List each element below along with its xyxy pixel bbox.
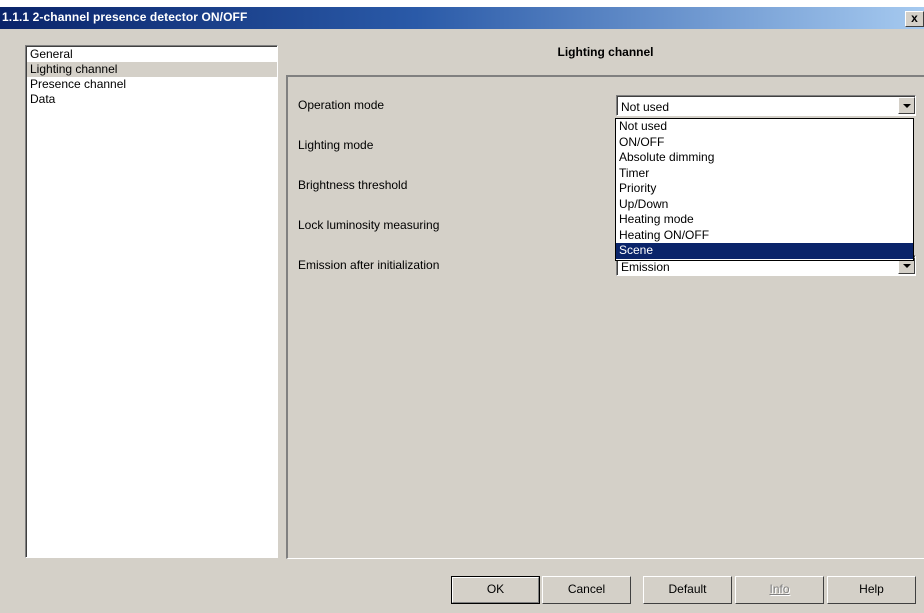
param-label-lock-luminosity: Lock luminosity measuring: [298, 218, 440, 232]
option-timer[interactable]: Timer: [616, 166, 913, 182]
dialog-window: 1.1.1 2-channel presence detector ON/OFF…: [0, 0, 924, 613]
info-button: Info: [735, 576, 824, 604]
title-bar: 1.1.1 2-channel presence detector ON/OFF…: [0, 0, 924, 29]
sidebar-item-presence-channel[interactable]: Presence channel: [27, 77, 277, 92]
operation-mode-value: Not used: [621, 100, 670, 114]
option-heating-mode[interactable]: Heating mode: [616, 212, 913, 228]
option-priority[interactable]: Priority: [616, 181, 913, 197]
info-button-label: Info: [769, 582, 790, 596]
sidebar-tree: General Lighting channel Presence channe…: [25, 45, 278, 558]
chevron-down-icon: [903, 264, 911, 268]
sidebar-item-lighting-channel[interactable]: Lighting channel: [27, 62, 277, 77]
option-up-down[interactable]: Up/Down: [616, 197, 913, 213]
operation-mode-dropdown-button[interactable]: [898, 97, 915, 114]
page-title: Lighting channel: [557, 45, 654, 59]
param-label-operation-mode: Operation mode: [298, 98, 385, 112]
cancel-button-label: Cancel: [567, 582, 606, 596]
operation-mode-select[interactable]: Not used: [616, 95, 916, 116]
option-scene[interactable]: Scene: [616, 243, 913, 259]
close-button[interactable]: x: [905, 11, 924, 27]
operation-mode-dropdown-list: Not used ON/OFF Absolute dimming Timer P…: [615, 118, 914, 261]
option-absolute-dimming[interactable]: Absolute dimming: [616, 150, 913, 166]
ok-button[interactable]: OK: [451, 576, 540, 604]
ok-button-label: OK: [486, 582, 505, 596]
chevron-down-icon: [903, 104, 911, 108]
cancel-button[interactable]: Cancel: [542, 576, 631, 604]
default-button[interactable]: Default: [643, 576, 732, 604]
sidebar-item-data[interactable]: Data: [27, 92, 277, 107]
param-label-brightness-threshold: Brightness threshold: [298, 178, 408, 192]
option-not-used[interactable]: Not used: [616, 119, 913, 135]
emission-select-value: Emission: [621, 260, 670, 274]
option-heating-on-off[interactable]: Heating ON/OFF: [616, 228, 913, 244]
help-button-label: Help: [859, 582, 884, 596]
help-button[interactable]: Help: [827, 576, 916, 604]
default-button-label: Default: [668, 582, 707, 596]
sidebar-item-general[interactable]: General: [27, 47, 277, 62]
param-label-lighting-mode: Lighting mode: [298, 138, 374, 152]
window-title: 1.1.1 2-channel presence detector ON/OFF: [2, 10, 248, 24]
param-label-emission-after-init: Emission after initialization: [298, 258, 440, 272]
option-on-off[interactable]: ON/OFF: [616, 135, 913, 151]
